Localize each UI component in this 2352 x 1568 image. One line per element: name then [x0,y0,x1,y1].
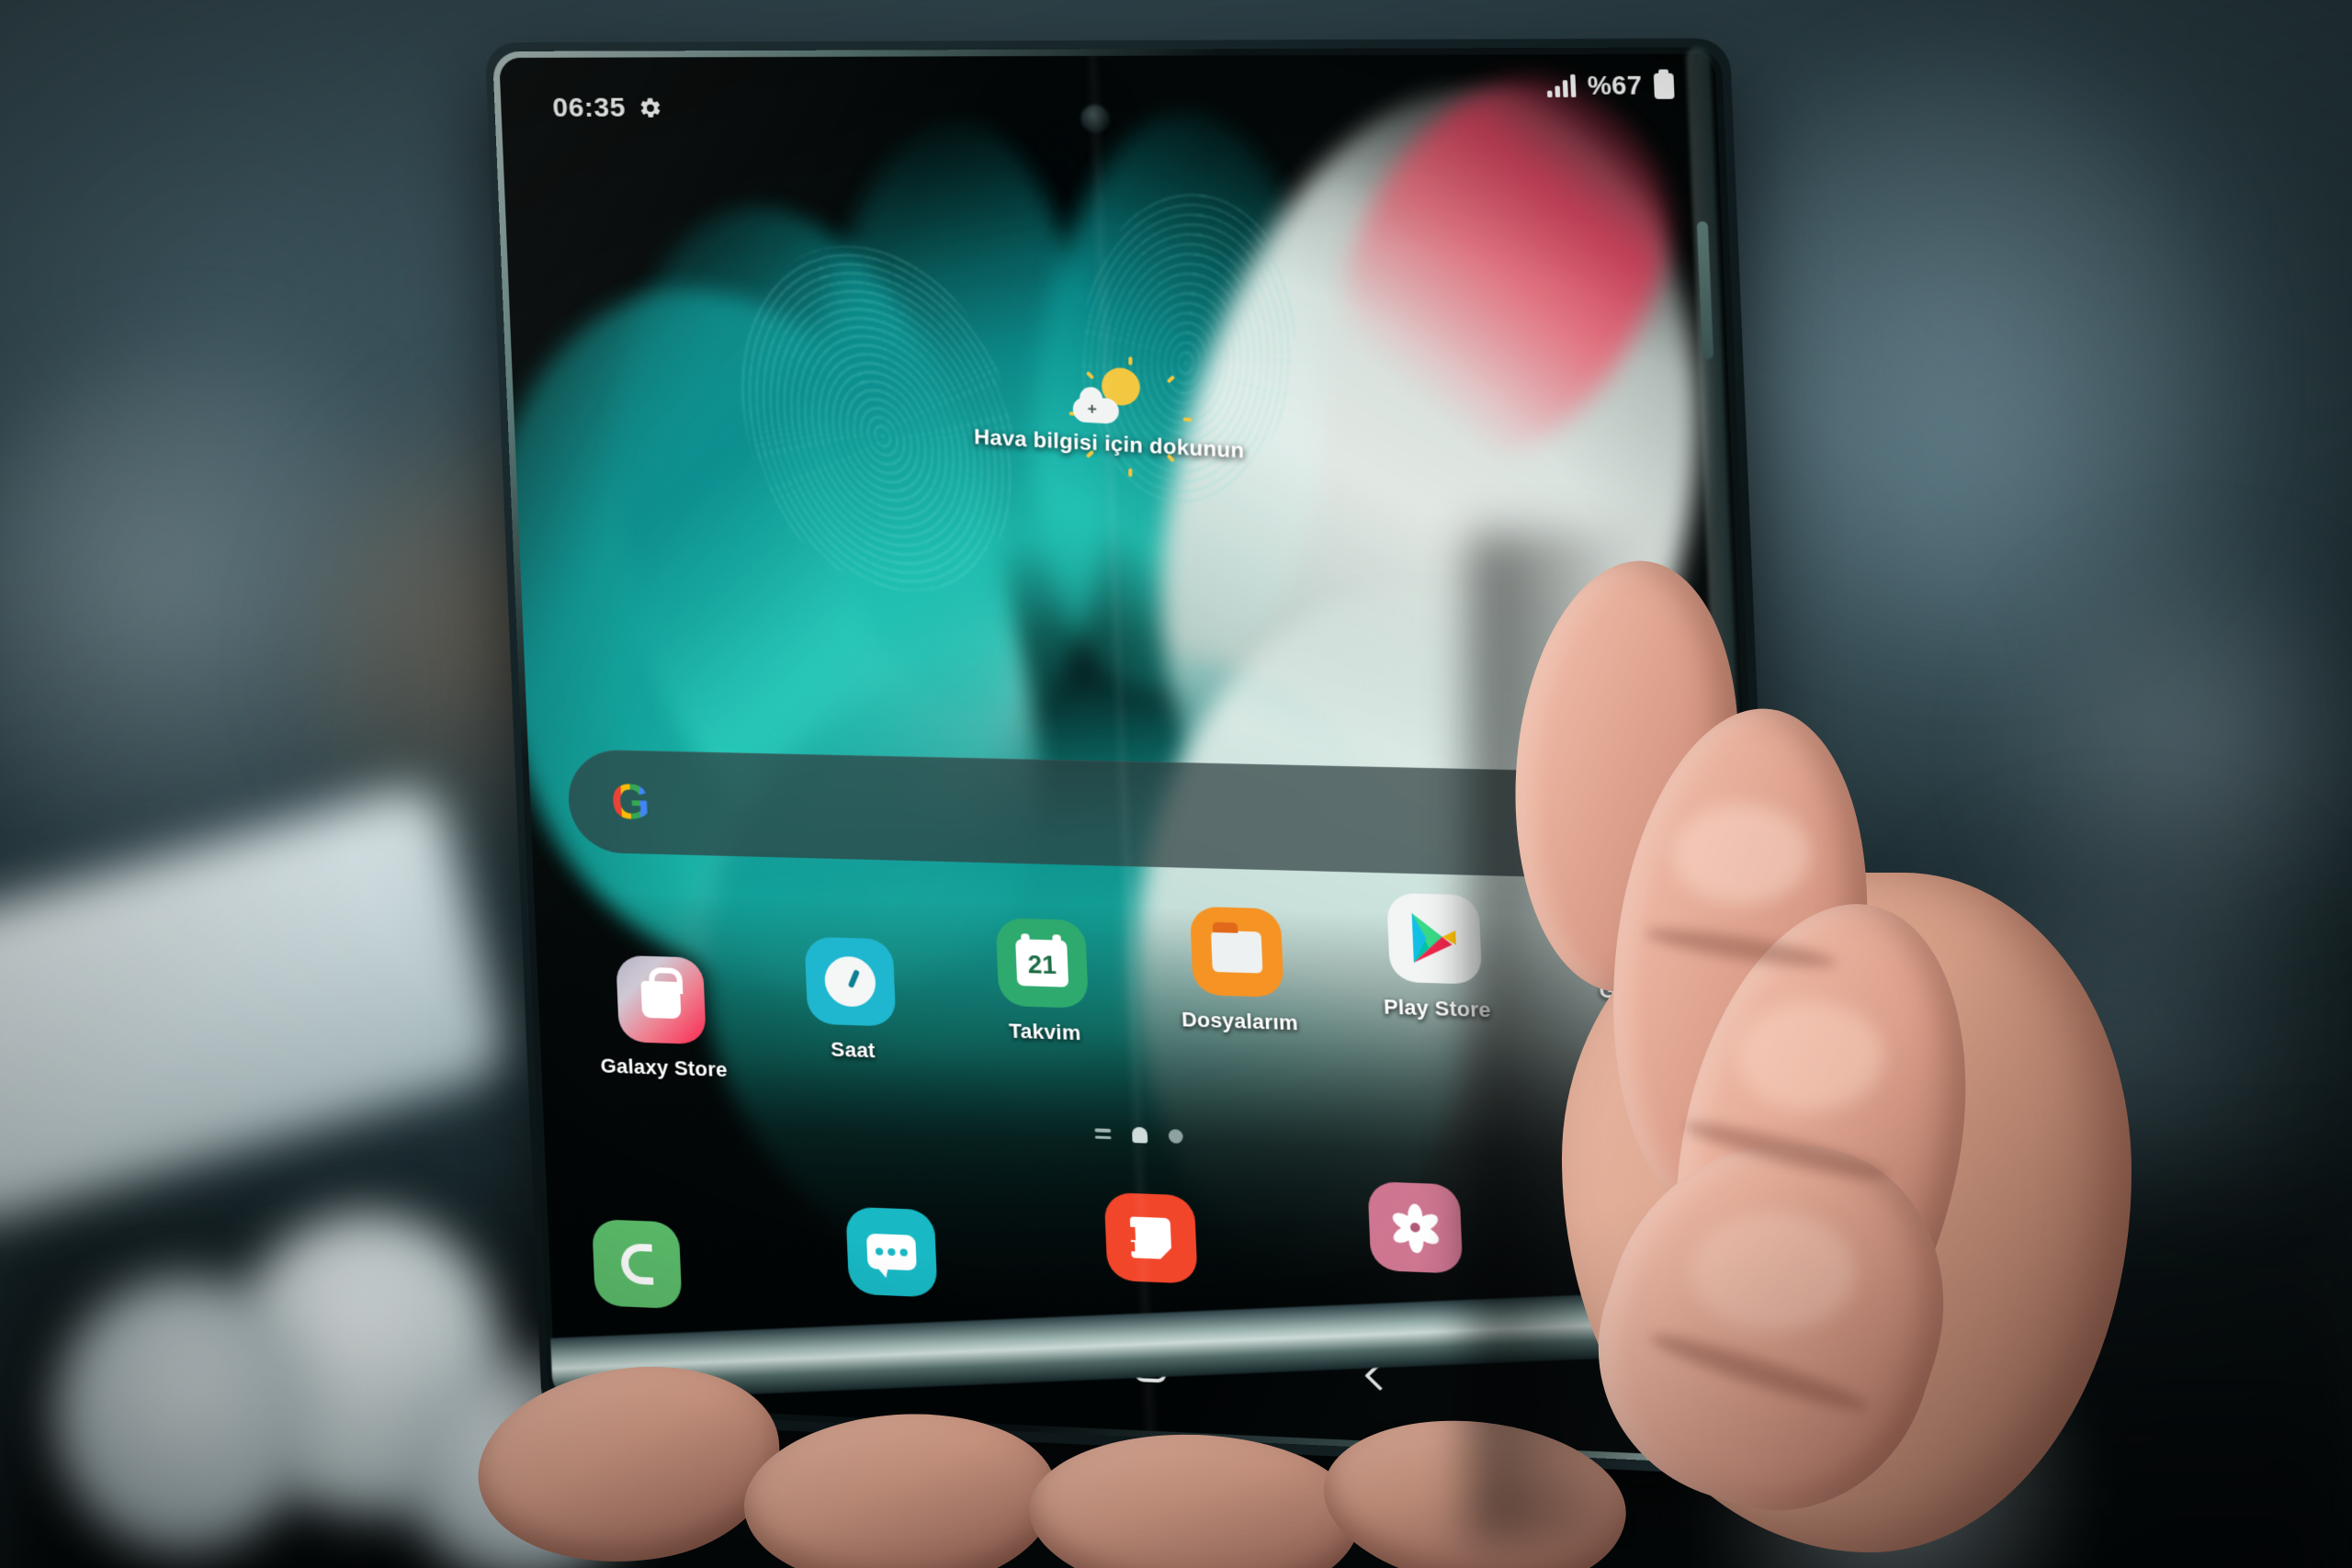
battery-percent-label: %67 [1587,71,1643,100]
hand-holding-phone [1470,533,2187,1568]
photo-scene: 06:35 %67 + Hava bilgisi için dokunun G … [0,0,2352,1568]
google-g-icon: G [609,773,651,830]
gear-icon[interactable] [639,96,663,120]
knuckle-highlight-3 [1690,1213,1856,1332]
knuckle-highlight-1 [1672,804,1810,905]
status-bar-right: %67 [1546,71,1675,101]
flower-glyph [1389,1203,1442,1254]
app-label: Dosyalarım [1181,1007,1299,1035]
play-triangle-icon [1411,913,1456,964]
app-takvim[interactable]: 21 Takvim [959,917,1126,1047]
calendar-date-badge: 21 [1015,939,1069,987]
finger-bottom-2 [738,1404,1063,1568]
finger-bottom-3 [1025,1428,1363,1568]
calendar-icon[interactable]: 21 [995,918,1089,1009]
status-bar: 06:35 %67 [499,54,1719,160]
add-weather-plus-icon: + [1087,400,1097,419]
app-label: Saat [830,1037,876,1063]
app-list-icon[interactable] [1094,1128,1112,1140]
galaxy-store-icon[interactable] [616,954,707,1045]
play-store-icon[interactable] [1386,892,1483,985]
signal-bars-icon [1546,73,1577,97]
home-page-icon[interactable] [1131,1126,1148,1144]
weather-widget[interactable]: + Hava bilgisi için dokunun [974,356,1244,478]
sun-behind-cloud-icon: + [1069,356,1193,478]
battery-icon [1653,73,1675,99]
app-galaxy-store[interactable]: Galaxy Store [581,954,743,1083]
page-dot-icon[interactable] [1168,1129,1183,1144]
messages-icon[interactable] [845,1206,938,1298]
status-bar-left: 06:35 [552,93,663,124]
internet-browser-icon[interactable] [1103,1191,1198,1284]
clock-icon[interactable] [804,936,897,1027]
app-saat[interactable]: Saat [769,936,933,1066]
app-label: Takvim [1008,1019,1081,1045]
knuckle-highlight-2 [1736,1001,1883,1111]
gallery-icon[interactable] [1367,1181,1464,1274]
foreground-bokeh-object-3 [55,1277,312,1552]
phone-icon[interactable] [592,1219,683,1310]
status-clock: 06:35 [551,92,627,123]
my-files-icon[interactable] [1189,906,1284,998]
app-dosyalarim[interactable]: Dosyalarım [1153,906,1322,1037]
